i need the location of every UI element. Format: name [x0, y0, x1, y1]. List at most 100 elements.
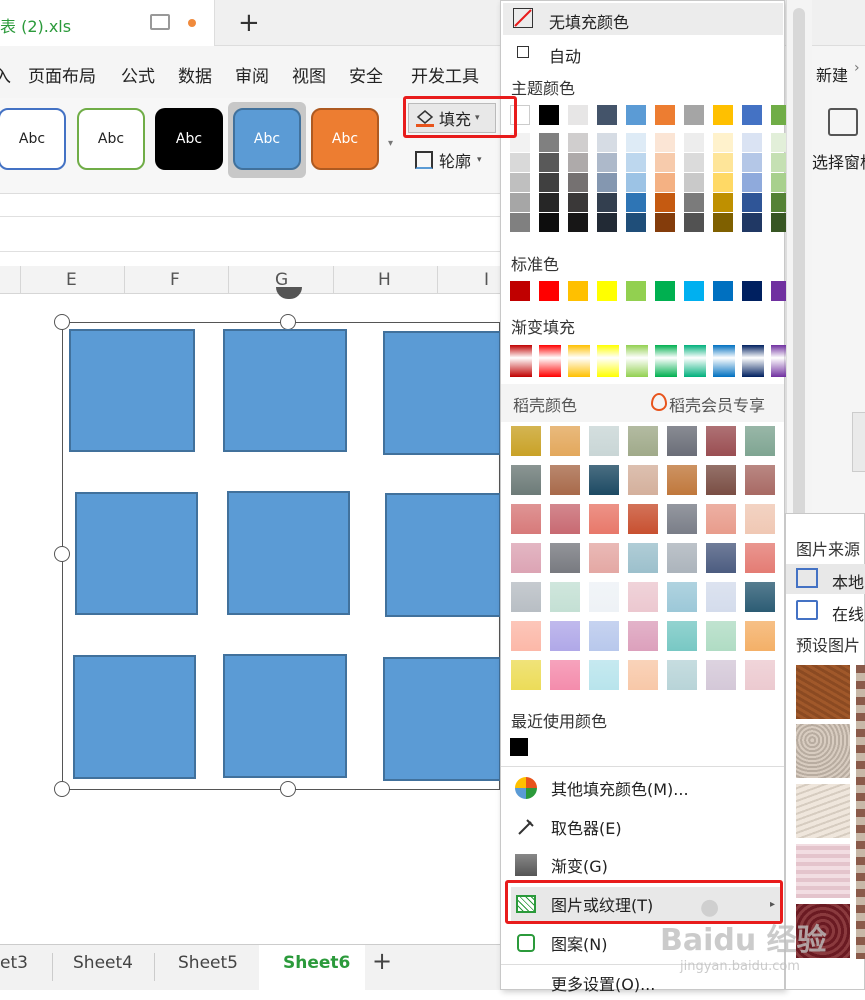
menu-overflow-arrow-icon[interactable]: ›: [854, 60, 860, 76]
add-sheet-button[interactable]: +: [372, 947, 392, 975]
docer-color-swatch[interactable]: [667, 582, 697, 612]
standard-color-swatch[interactable]: [713, 281, 733, 301]
docer-color-swatch[interactable]: [628, 621, 658, 651]
new-menu-label[interactable]: 新建: [816, 62, 848, 86]
theme-shade-swatch[interactable]: [626, 193, 646, 212]
docer-color-swatch[interactable]: [511, 504, 541, 534]
texture-thumbnail[interactable]: [796, 665, 850, 719]
theme-shade-swatch[interactable]: [568, 133, 588, 152]
docer-color-swatch[interactable]: [589, 543, 619, 573]
resize-handle[interactable]: [280, 781, 296, 797]
menu-item-page-layout[interactable]: 页面布局: [28, 62, 96, 87]
theme-shade-swatch[interactable]: [684, 193, 704, 212]
docer-color-swatch[interactable]: [745, 621, 775, 651]
column-f[interactable]: F: [170, 270, 180, 290]
docer-color-swatch[interactable]: [745, 582, 775, 612]
docer-color-swatch[interactable]: [628, 582, 658, 612]
resize-handle[interactable]: [54, 314, 70, 330]
theme-shade-swatch[interactable]: [597, 133, 617, 152]
theme-shade-swatch[interactable]: [655, 153, 675, 172]
theme-color-swatch[interactable]: [684, 105, 704, 125]
more-fill-colors-item[interactable]: 其他填充颜色(M)...: [511, 771, 783, 805]
gradient-color-swatch[interactable]: [684, 345, 706, 377]
blue-square[interactable]: [385, 493, 501, 617]
theme-shade-swatch[interactable]: [539, 193, 559, 212]
docer-color-swatch[interactable]: [550, 582, 580, 612]
docer-color-swatch[interactable]: [550, 543, 580, 573]
theme-shade-swatch[interactable]: [655, 173, 675, 192]
theme-shade-swatch[interactable]: [713, 193, 733, 212]
theme-color-swatch[interactable]: [539, 105, 559, 125]
gradient-color-swatch[interactable]: [568, 345, 590, 377]
select-pane-label[interactable]: 选择窗格: [812, 149, 865, 173]
theme-color-swatch[interactable]: [655, 105, 675, 125]
blue-square[interactable]: [223, 654, 347, 778]
gradient-color-swatch[interactable]: [597, 345, 619, 377]
theme-shade-swatch[interactable]: [510, 193, 530, 212]
docer-color-swatch[interactable]: [589, 660, 619, 690]
sheet-tab-6-active[interactable]: Sheet6: [259, 945, 365, 991]
theme-shade-swatch[interactable]: [510, 173, 530, 192]
docer-color-swatch[interactable]: [550, 621, 580, 651]
theme-shade-swatch[interactable]: [713, 133, 733, 152]
docer-color-swatch[interactable]: [589, 504, 619, 534]
theme-shade-swatch[interactable]: [597, 173, 617, 192]
docer-color-swatch[interactable]: [511, 465, 541, 495]
theme-color-swatch[interactable]: [597, 105, 617, 125]
theme-shade-swatch[interactable]: [626, 133, 646, 152]
gradient-color-swatch[interactable]: [655, 345, 677, 377]
theme-shade-swatch[interactable]: [742, 213, 762, 232]
docer-color-swatch[interactable]: [745, 426, 775, 456]
docer-color-swatch[interactable]: [706, 543, 736, 573]
theme-shade-swatch[interactable]: [713, 153, 733, 172]
docer-member-label[interactable]: 稻壳会员专享: [669, 392, 765, 416]
shape-style-orange-fill[interactable]: Abc: [311, 108, 379, 170]
menu-item-insert[interactable]: 入: [0, 62, 11, 87]
style-gallery-more-icon[interactable]: ▾: [388, 138, 393, 149]
docer-color-swatch[interactable]: [667, 660, 697, 690]
theme-color-swatch[interactable]: [568, 105, 588, 125]
docer-color-swatch[interactable]: [589, 465, 619, 495]
sheet-tab-5[interactable]: Sheet5: [178, 953, 238, 973]
docer-color-swatch[interactable]: [628, 504, 658, 534]
docer-color-swatch[interactable]: [550, 660, 580, 690]
theme-shade-swatch[interactable]: [713, 173, 733, 192]
docer-color-swatch[interactable]: [745, 504, 775, 534]
texture-thumbnail-partial[interactable]: [856, 665, 865, 959]
local-picture-item[interactable]: 本地: [786, 564, 865, 594]
theme-shade-swatch[interactable]: [597, 213, 617, 232]
docer-color-swatch[interactable]: [511, 582, 541, 612]
monitor-icon[interactable]: [150, 14, 170, 30]
outline-dropdown-icon[interactable]: ▾: [477, 155, 482, 165]
theme-shade-swatch[interactable]: [568, 213, 588, 232]
docer-color-swatch[interactable]: [589, 426, 619, 456]
theme-shade-swatch[interactable]: [684, 153, 704, 172]
docer-color-swatch[interactable]: [667, 465, 697, 495]
menu-item-security[interactable]: 安全: [349, 62, 383, 87]
blue-square[interactable]: [73, 655, 196, 779]
online-picture-item[interactable]: 在线: [786, 596, 865, 626]
gradient-color-swatch[interactable]: [539, 345, 561, 377]
theme-shade-swatch[interactable]: [597, 193, 617, 212]
gradient-color-swatch[interactable]: [742, 345, 764, 377]
docer-color-swatch[interactable]: [706, 465, 736, 495]
theme-shade-swatch[interactable]: [539, 173, 559, 192]
shape-style-green-outline[interactable]: Abc: [77, 108, 145, 170]
blue-square[interactable]: [69, 329, 195, 452]
theme-shade-swatch[interactable]: [568, 173, 588, 192]
standard-color-swatch[interactable]: [742, 281, 762, 301]
menu-item-formula[interactable]: 公式: [121, 62, 155, 87]
theme-shade-swatch[interactable]: [655, 213, 675, 232]
theme-shade-swatch[interactable]: [713, 213, 733, 232]
gradient-color-swatch[interactable]: [713, 345, 735, 377]
theme-shade-swatch[interactable]: [510, 153, 530, 172]
recent-color-swatch[interactable]: [510, 738, 528, 756]
theme-shade-swatch[interactable]: [626, 153, 646, 172]
docer-color-swatch[interactable]: [550, 465, 580, 495]
theme-shade-swatch[interactable]: [655, 193, 675, 212]
docer-color-swatch[interactable]: [706, 426, 736, 456]
texture-thumbnail[interactable]: [796, 784, 850, 838]
docer-color-swatch[interactable]: [745, 660, 775, 690]
theme-shade-swatch[interactable]: [626, 173, 646, 192]
docer-color-swatch[interactable]: [589, 621, 619, 651]
